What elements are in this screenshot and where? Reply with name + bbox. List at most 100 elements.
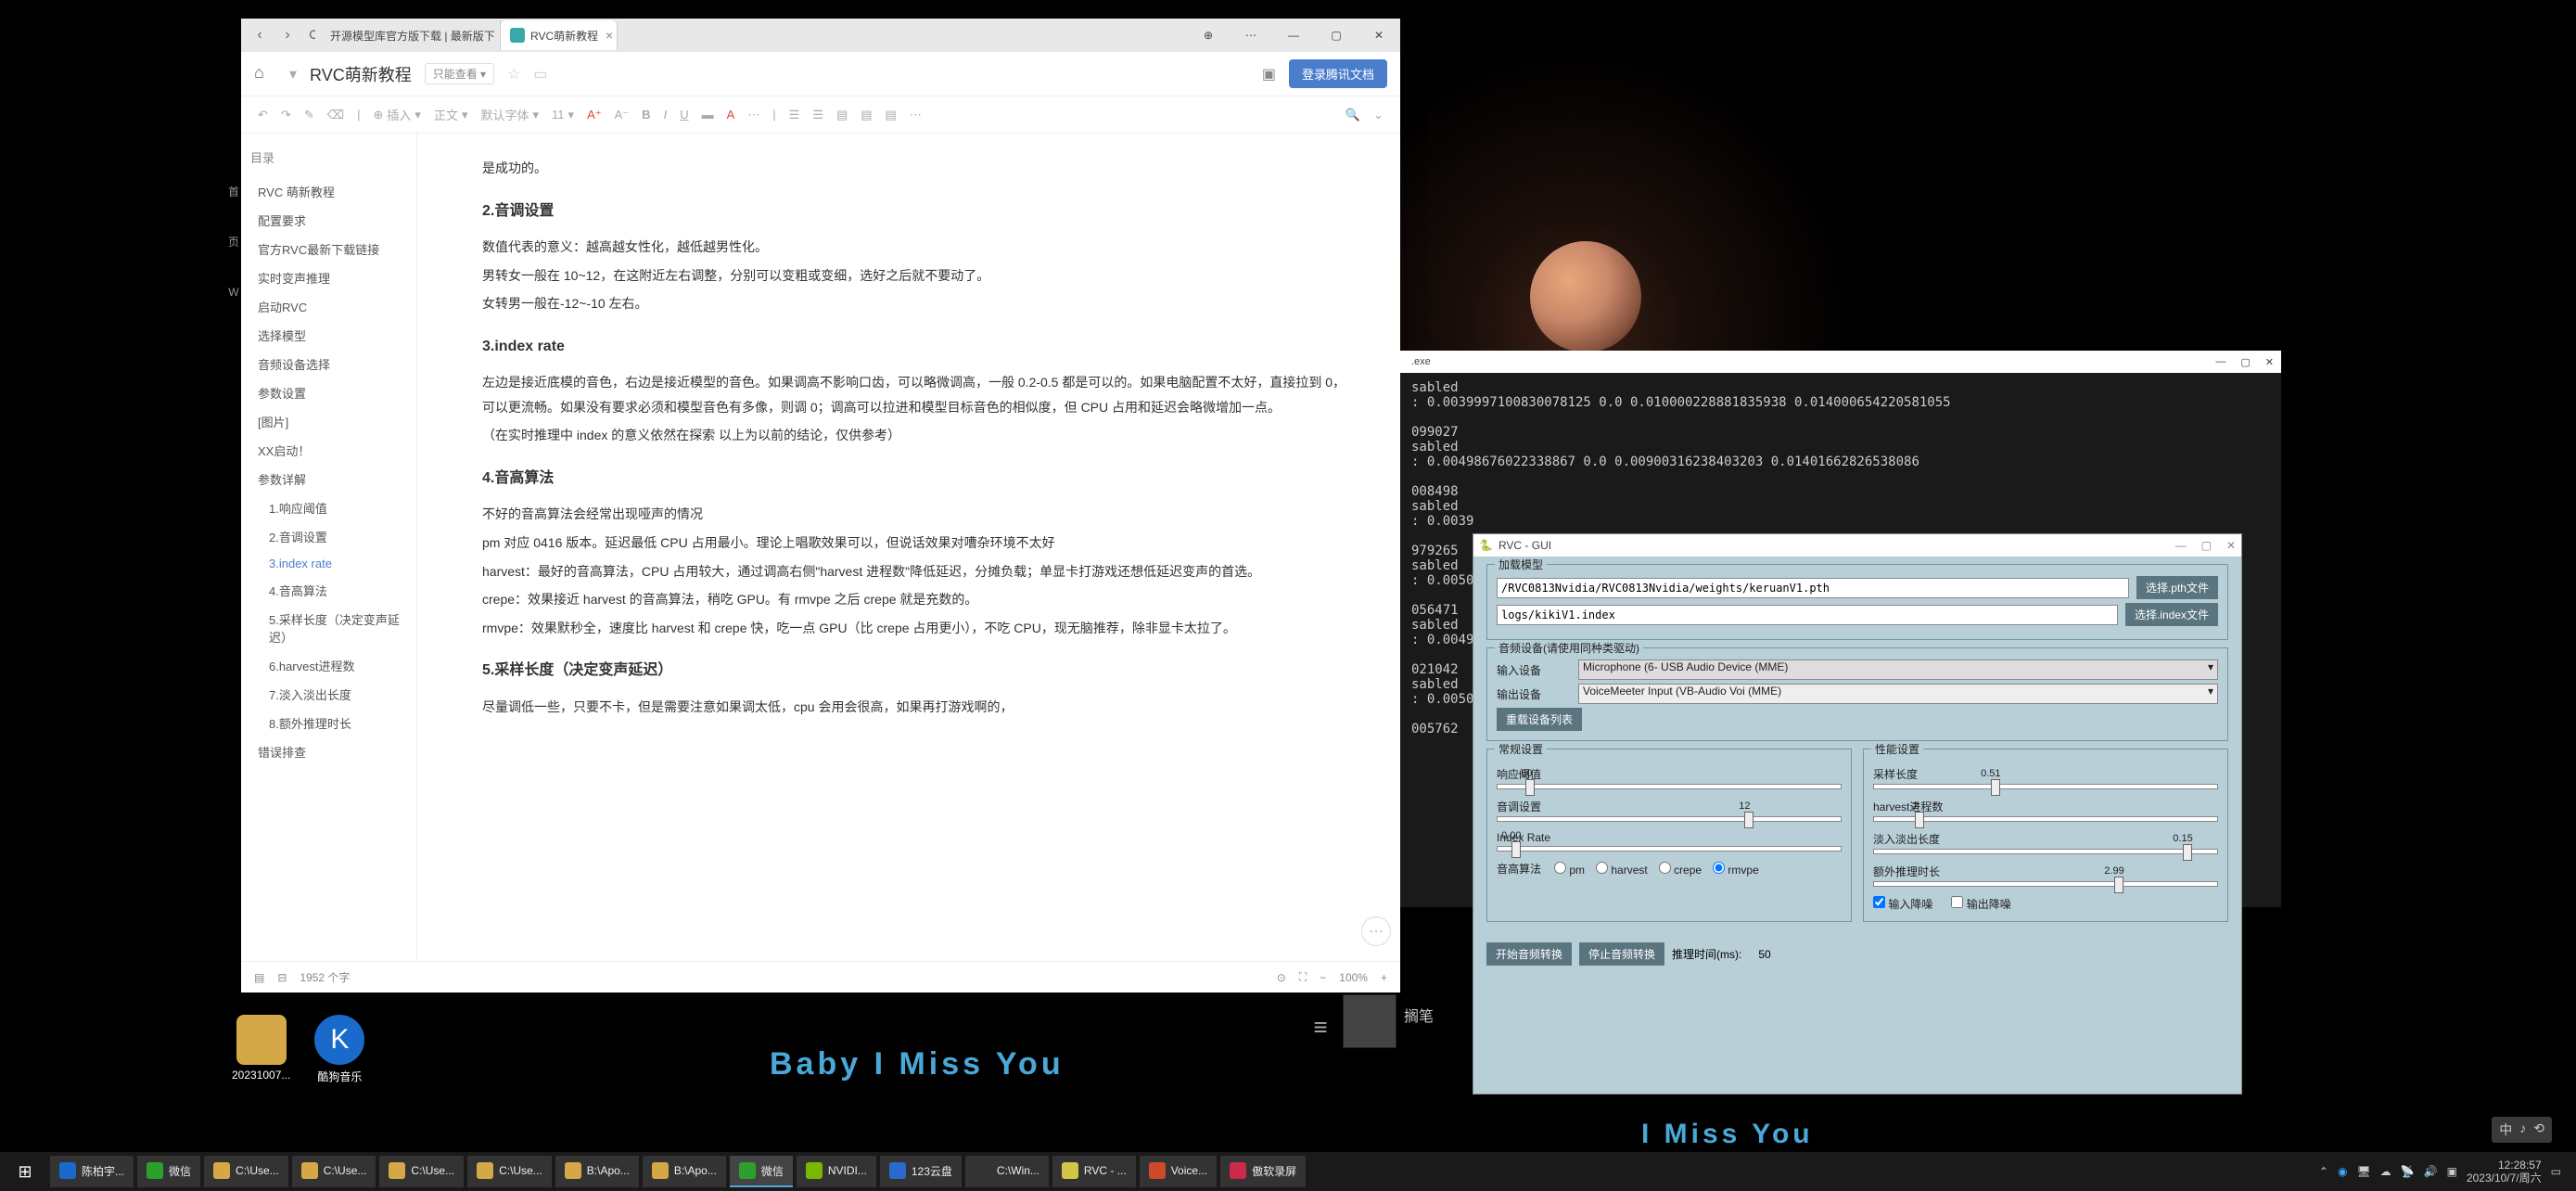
font-select[interactable]: 默认字体 ▾	[481, 106, 540, 123]
tray-icon[interactable]: ▣	[2447, 1165, 2457, 1178]
outline-item[interactable]: 3.index rate	[250, 551, 407, 576]
text-color-button[interactable]: A	[727, 108, 735, 122]
slider-响应阈值[interactable]: 响应阈值-60	[1497, 766, 1842, 789]
taskbar-item[interactable]: C:\Use...	[292, 1156, 376, 1187]
star-icon[interactable]: ☆	[507, 65, 520, 83]
minimize-button[interactable]: —	[2175, 539, 2187, 552]
login-button[interactable]: 登录腾讯文档	[1289, 59, 1387, 88]
nav-back[interactable]: ‹	[249, 24, 271, 46]
slider-淡入淡出长度[interactable]: 淡入淡出长度0.15	[1873, 831, 2218, 854]
outline-item[interactable]: 配置要求	[250, 206, 407, 235]
slider-音调设置[interactable]: 音调设置12	[1497, 799, 1842, 822]
stop-button[interactable]: 停止音频转换	[1579, 942, 1664, 966]
close-button[interactable]: ✕	[1358, 19, 1400, 52]
close-button[interactable]: ✕	[2265, 356, 2274, 368]
more-icon[interactable]: ⋯	[1230, 19, 1272, 52]
outline-item[interactable]: 音频设备选择	[250, 350, 407, 378]
line-height[interactable]: ▤	[886, 108, 897, 122]
algo-radio-pm[interactable]: pm	[1554, 864, 1585, 877]
taskbar-item[interactable]: 傲软录屏	[1220, 1156, 1306, 1187]
list-ol[interactable]: ☰	[812, 108, 823, 122]
album-cover[interactable]	[1343, 994, 1396, 1048]
insert-menu[interactable]: ⊕ 插入 ▾	[374, 106, 421, 123]
taskbar-item[interactable]: C:\Use...	[379, 1156, 464, 1187]
globe-icon[interactable]: ⊕	[1187, 19, 1230, 52]
outline-item[interactable]: 启动RVC	[250, 292, 407, 321]
zoom-in[interactable]: +	[1381, 971, 1387, 984]
start-button[interactable]: 开始音频转换	[1486, 942, 1572, 966]
taskbar-item[interactable]: 123云盘	[880, 1156, 962, 1187]
maximize-button[interactable]: ▢	[1315, 19, 1358, 52]
pth-path-input[interactable]	[1497, 578, 2129, 598]
select-pth-button[interactable]: 选择.pth文件	[2136, 576, 2218, 599]
slider-harvest进程数[interactable]: harvest进程数2	[1873, 799, 2218, 822]
format-painter[interactable]: ✎	[304, 108, 314, 122]
desktop-icon[interactable]: 20231007...	[232, 1015, 290, 1084]
more-text[interactable]: ⋯	[747, 108, 759, 122]
music-playlist-button[interactable]: ≡	[1294, 1000, 1347, 1054]
font-size[interactable]: 11 ▾	[552, 108, 574, 122]
taskbar-item[interactable]: C:\Use...	[204, 1156, 288, 1187]
outline-toggle-icon[interactable]: ▤	[254, 971, 264, 984]
zoom-out[interactable]: −	[1320, 971, 1326, 984]
view-mode-select[interactable]: 只能查看 ▾	[425, 63, 494, 84]
taskbar-item[interactable]: B:\Apo...	[643, 1156, 726, 1187]
slider-Index Rate[interactable]: Index Rate0.00	[1497, 831, 1842, 852]
outline-item[interactable]: [图片]	[250, 407, 407, 436]
taskbar-item[interactable]: Voice...	[1140, 1156, 1217, 1187]
collapse-toolbar[interactable]: ⌄	[1373, 108, 1384, 122]
outline-item[interactable]: 8.额外推理时长	[250, 709, 407, 737]
underline-button[interactable]: U	[680, 108, 688, 122]
taskbar-item[interactable]: 陈柏宇...	[50, 1156, 134, 1187]
bold-button[interactable]: B	[642, 108, 650, 122]
tray-icon[interactable]: ☁	[2380, 1165, 2391, 1178]
tab-close-icon[interactable]: ×	[606, 28, 613, 43]
outline-item[interactable]: 7.淡入淡出长度	[250, 680, 407, 709]
search-icon[interactable]: 🔍	[1345, 108, 1360, 122]
output-nr-checkbox[interactable]: 输出降噪	[1951, 896, 2010, 912]
home-icon[interactable]: ⌂	[254, 63, 276, 85]
outline-item[interactable]: 参数详解	[250, 465, 407, 493]
indent[interactable]: ▤	[861, 108, 872, 122]
outline-item[interactable]: RVC 萌新教程	[250, 177, 407, 206]
output-device-select[interactable]: VoiceMeeter Input (VB-Audio Voi (MME)	[1578, 684, 2218, 704]
input-nr-checkbox[interactable]: 输入降噪	[1873, 896, 1932, 912]
notifications-icon[interactable]: ▭	[2551, 1165, 2561, 1178]
maximize-button[interactable]: ▢	[2240, 356, 2250, 368]
tray-icon[interactable]: 📡	[2401, 1165, 2415, 1178]
slider-额外推理时长[interactable]: 额外推理时长2.99	[1873, 864, 2218, 887]
browser-tab[interactable]: RVC萌新教程 ×	[501, 20, 618, 50]
close-button[interactable]: ✕	[2226, 539, 2236, 552]
minimize-button[interactable]: —	[2215, 356, 2225, 368]
highlight-button[interactable]: ▬	[702, 108, 714, 122]
taskbar-item[interactable]: NVIDI...	[797, 1156, 876, 1187]
outline-item[interactable]: 1.响应阈值	[250, 493, 407, 522]
undo-button[interactable]: ↶	[258, 108, 268, 122]
fullscreen-icon[interactable]: ⛶	[1299, 970, 1307, 984]
align[interactable]: ▤	[836, 108, 848, 122]
toolbar-more[interactable]: ⋯	[910, 108, 922, 122]
tray-icon[interactable]: ◉	[2338, 1165, 2347, 1178]
outline-item[interactable]: 5.采样长度（决定变声延迟）	[250, 605, 407, 651]
slider-采样长度[interactable]: 采样长度0.51	[1873, 766, 2218, 789]
start-button[interactable]: ⊞	[6, 1152, 45, 1191]
input-device-select[interactable]: Microphone (6- USB Audio Device (MME)	[1578, 660, 2218, 680]
outline-item[interactable]: XX启动！	[250, 436, 407, 465]
taskbar-item[interactable]: 微信	[730, 1156, 793, 1187]
outline-item[interactable]: 实时变声推理	[250, 263, 407, 292]
style-select[interactable]: 正文 ▾	[434, 106, 468, 123]
minimize-button[interactable]: —	[1272, 19, 1315, 52]
outline-item[interactable]: 6.harvest进程数	[250, 651, 407, 680]
list-ul[interactable]: ☰	[789, 108, 800, 122]
outline-item[interactable]: 2.音调设置	[250, 522, 407, 551]
algo-radio-crepe[interactable]: crepe	[1659, 864, 1702, 877]
float-more-icon[interactable]: ⋯	[1361, 916, 1391, 946]
bookmark-icon[interactable]: ▭	[533, 65, 547, 83]
outline-item[interactable]: 错误排查	[250, 737, 407, 766]
algo-radio-harvest[interactable]: harvest	[1596, 864, 1648, 877]
play-icon[interactable]: ⊙	[1277, 971, 1286, 984]
taskbar-item[interactable]: C:\Win...	[965, 1156, 1049, 1187]
ime-indicator[interactable]: 中♪⟲	[2492, 1117, 2552, 1143]
maximize-button[interactable]: ▢	[2201, 539, 2212, 552]
taskbar-item[interactable]: C:\Use...	[467, 1156, 552, 1187]
